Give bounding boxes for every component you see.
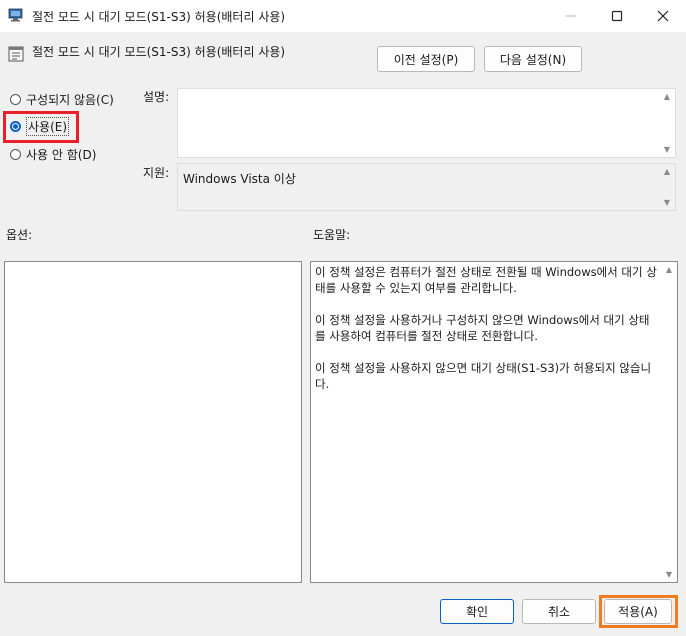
help-paragraph: 이 정책 설정을 사용하지 않으면 대기 상태(S1-S3)가 허용되지 않습니…: [315, 361, 652, 391]
radio-disabled[interactable]: 사용 안 함(D): [10, 144, 96, 164]
previous-setting-button[interactable]: 이전 설정(P): [377, 46, 475, 72]
policy-window-icon: [8, 8, 23, 22]
maximize-icon: [611, 10, 623, 22]
cancel-button[interactable]: 취소: [522, 599, 596, 624]
window-title: 절전 모드 시 대기 모드(S1-S3) 허용(배터리 사용): [32, 10, 286, 24]
scroll-up-icon[interactable]: ▲: [666, 265, 672, 274]
highlight-box-enabled: [3, 111, 79, 143]
radio-label: 사용 안 함(D): [26, 147, 97, 162]
comment-scrollbar[interactable]: ▲ ▼: [660, 89, 674, 157]
maximize-button[interactable]: [594, 0, 640, 32]
scroll-down-icon[interactable]: ▼: [666, 570, 672, 579]
radio-label: 구성되지 않음(C): [26, 92, 114, 107]
next-setting-button[interactable]: 다음 설정(N): [484, 46, 582, 72]
close-button[interactable]: [640, 0, 686, 32]
scroll-down-icon[interactable]: ▼: [664, 198, 670, 207]
minimize-button[interactable]: [548, 0, 594, 32]
comment-textarea[interactable]: [177, 88, 676, 158]
close-icon: [657, 10, 669, 22]
help-label: 도움말:: [313, 228, 351, 242]
radio-button[interactable]: [10, 148, 21, 160]
help-text: 이 정책 설정은 컴퓨터가 절전 상태로 전환될 때 Windows에서 대기 …: [315, 264, 660, 408]
ok-button[interactable]: 확인: [440, 599, 514, 624]
minimize-icon: [566, 15, 576, 17]
scroll-up-icon[interactable]: ▲: [664, 92, 670, 101]
help-paragraph: 이 정책 설정은 컴퓨터가 절전 상태로 전환될 때 Windows에서 대기 …: [315, 265, 657, 295]
highlight-box-apply: [599, 595, 678, 628]
policy-settings-icon: [8, 46, 24, 62]
supported-scrollbar[interactable]: ▲ ▼: [660, 164, 674, 210]
policy-name: 절전 모드 시 대기 모드(S1-S3) 허용(배터리 사용): [32, 45, 286, 59]
radio-button[interactable]: [10, 93, 21, 105]
supported-on-value: Windows Vista 이상: [183, 172, 296, 186]
options-label: 옵션:: [6, 228, 33, 242]
scroll-up-icon[interactable]: ▲: [664, 167, 670, 176]
help-scrollbar[interactable]: ▲ ▼: [662, 262, 676, 582]
options-pane: [4, 261, 302, 583]
supported-on-label: 지원:: [143, 166, 170, 180]
scroll-down-icon[interactable]: ▼: [664, 145, 670, 154]
help-paragraph: 이 정책 설정을 사용하거나 구성하지 않으면 Windows에서 대기 상태를…: [315, 313, 650, 343]
radio-not-configured[interactable]: 구성되지 않음(C): [10, 89, 114, 109]
comment-label: 설명:: [143, 90, 170, 104]
